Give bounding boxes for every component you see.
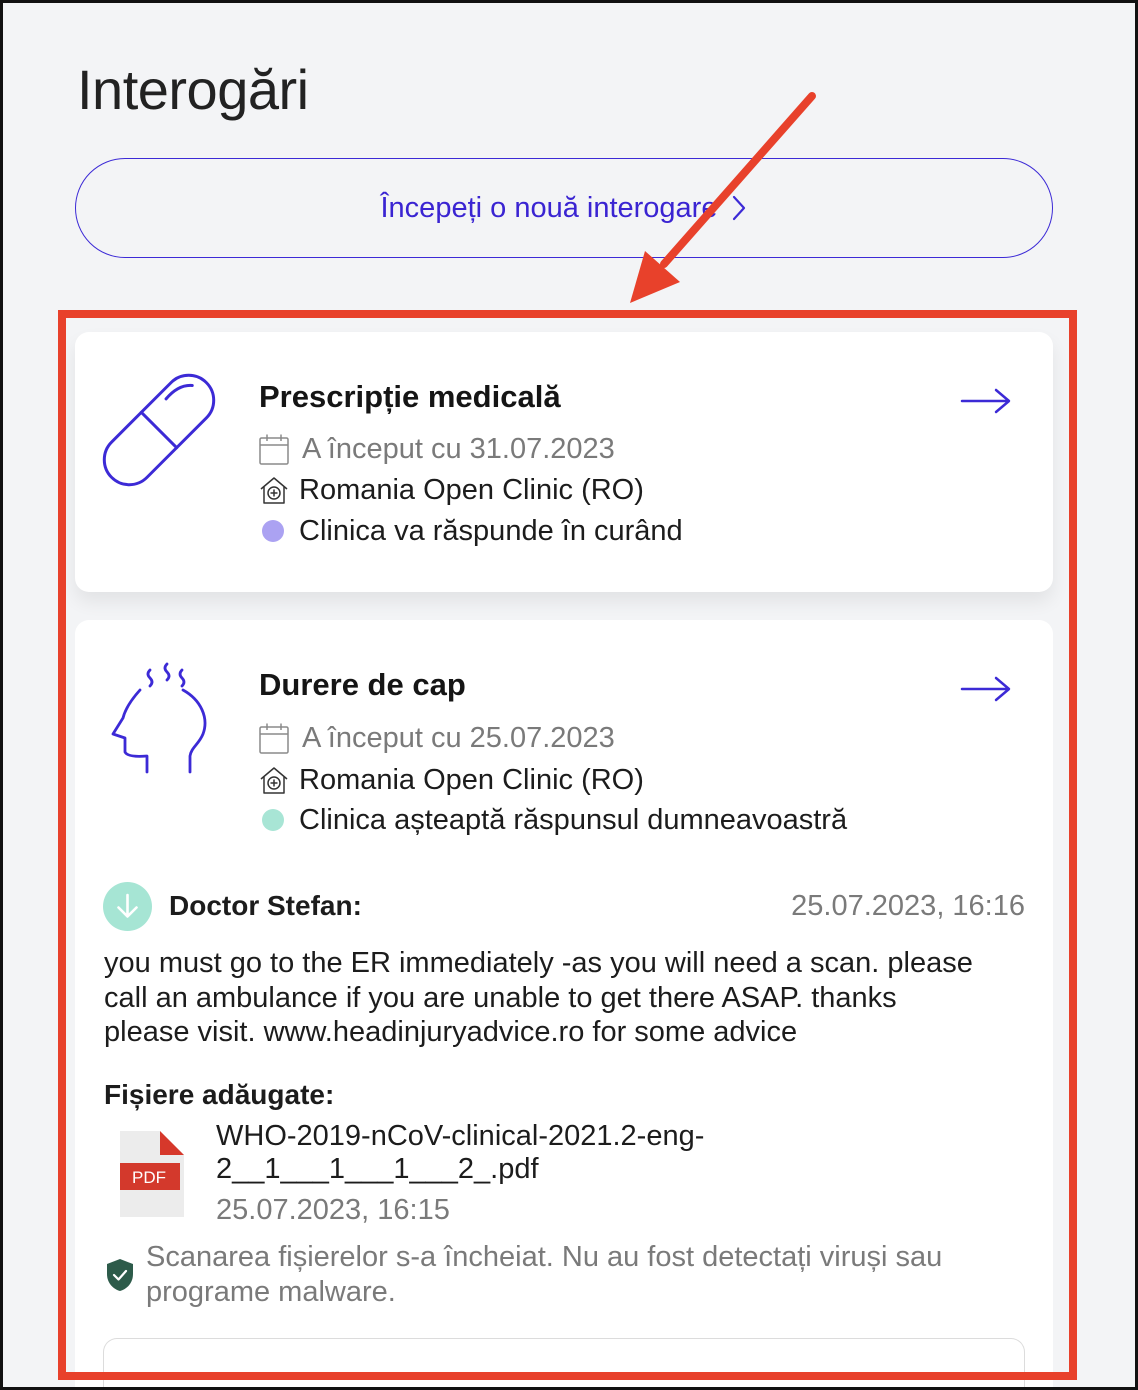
inquiry-clinic: Romania Open Clinic (RO) bbox=[299, 473, 644, 506]
hospital-icon bbox=[259, 475, 299, 505]
attachment-date: 25.07.2023, 16:15 bbox=[216, 1194, 450, 1226]
inquiry-start-date: A început cu 31.07.2023 bbox=[302, 432, 615, 465]
message-line: please visit. www.headinjuryadvice.ro fo… bbox=[104, 1016, 798, 1048]
headache-icon bbox=[111, 662, 207, 774]
inquiry-clinic-row: Romania Open Clinic (RO) bbox=[259, 762, 644, 798]
status-dot-icon bbox=[259, 809, 299, 831]
inquiry-clinic: Romania Open Clinic (RO) bbox=[299, 763, 644, 796]
inquiry-title: Durere de cap bbox=[259, 667, 466, 702]
inquiry-clinic-row: Romania Open Clinic (RO) bbox=[259, 472, 644, 508]
inquiry-status-row: Clinica va răspunde în curând bbox=[259, 513, 683, 549]
message-body: you must go to the ER immediately -as yo… bbox=[104, 946, 973, 1050]
message-line: you must go to the ER immediately -as yo… bbox=[104, 947, 973, 979]
message-line: call an ambulance if you are unable to g… bbox=[104, 981, 897, 1014]
file-name-line: 2__1___1___1___2_.pdf bbox=[216, 1153, 539, 1185]
inquiry-start-date: A început cu 25.07.2023 bbox=[302, 721, 615, 754]
attachment-file-link[interactable]: WHO-2019-nCoV-clinical-2021.2-eng- 2__1_… bbox=[216, 1120, 704, 1186]
pdf-label: PDF bbox=[132, 1168, 166, 1187]
inquiry-title: Prescripție medicală bbox=[259, 379, 561, 414]
message-timestamp: 25.07.2023, 16:16 bbox=[791, 890, 1025, 922]
pill-icon bbox=[102, 373, 216, 487]
incoming-message-icon bbox=[103, 882, 152, 931]
message-author: Doctor Stefan: bbox=[169, 890, 362, 921]
inquiry-start-row: A început cu 25.07.2023 bbox=[259, 720, 615, 756]
page-title: Interogări bbox=[77, 58, 309, 121]
new-inquiry-label: Începeți o nouă interogare bbox=[380, 191, 718, 224]
annotation-arrow-head bbox=[630, 251, 680, 303]
inquiries-page: Interogări Începeți o nouă interogare Pr… bbox=[0, 0, 1138, 1390]
inquiry-card-prescription[interactable]: Prescripție medicală A început cu 31.07.… bbox=[75, 332, 1053, 592]
calendar-icon bbox=[259, 722, 302, 754]
file-name-line: WHO-2019-nCoV-clinical-2021.2-eng- bbox=[216, 1120, 705, 1152]
pdf-file-icon[interactable]: PDF bbox=[120, 1131, 184, 1217]
inquiry-status: Clinica va răspunde în curând bbox=[299, 514, 683, 547]
arrow-right-icon[interactable] bbox=[960, 675, 1012, 703]
virus-scan-result: Scanarea fișierelor s-a încheiat. Nu au … bbox=[146, 1241, 943, 1308]
inquiry-card-headache[interactable]: Durere de cap A început cu 25.07.2023 Ro… bbox=[75, 620, 1053, 1387]
reply-input[interactable] bbox=[103, 1338, 1025, 1387]
chevron-right-icon bbox=[733, 195, 746, 221]
attachments-heading: Fișiere adăugate: bbox=[104, 1079, 335, 1110]
inquiry-start-row: A început cu 31.07.2023 bbox=[259, 431, 615, 467]
inquiry-status: Clinica așteaptă răspunsul dumneavoastră bbox=[299, 803, 848, 836]
calendar-icon bbox=[259, 433, 302, 465]
shield-check-icon bbox=[107, 1259, 133, 1291]
arrow-right-icon[interactable] bbox=[960, 387, 1012, 415]
hospital-icon bbox=[259, 765, 299, 795]
new-inquiry-button[interactable]: Începeți o nouă interogare bbox=[75, 158, 1053, 258]
status-dot-icon bbox=[259, 520, 299, 542]
inquiry-status-row: Clinica așteaptă răspunsul dumneavoastră bbox=[259, 802, 847, 838]
